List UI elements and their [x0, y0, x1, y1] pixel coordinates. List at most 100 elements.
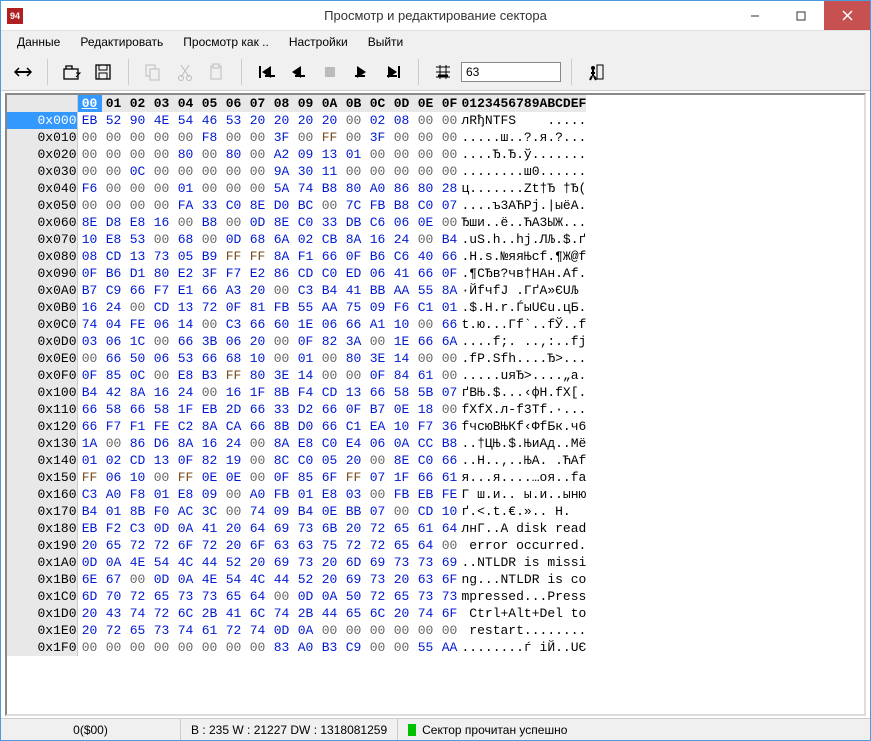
hex-byte[interactable]: 64 [414, 537, 438, 554]
hex-byte[interactable]: 64 [246, 520, 270, 537]
hex-byte[interactable]: 0F [294, 333, 318, 350]
hex-byte[interactable]: 0E [390, 401, 414, 418]
hex-bytes[interactable]: 00000000FA33C08ED0BC007CFBB8C007 [77, 197, 462, 214]
hex-byte[interactable]: 00 [414, 350, 438, 367]
hex-byte[interactable]: F0 [150, 503, 174, 520]
save-button[interactable] [90, 58, 118, 86]
hex-byte[interactable]: 50 [342, 588, 366, 605]
hex-byte[interactable]: 73 [366, 571, 390, 588]
hex-byte[interactable]: BB [342, 503, 366, 520]
hex-byte[interactable]: FE [126, 316, 150, 333]
hex-byte[interactable]: 54 [222, 571, 246, 588]
hex-byte[interactable]: B8 [198, 214, 222, 231]
hex-row[interactable]: 0x0100000000000F800003F00FF003F000000...… [7, 129, 586, 146]
hex-row[interactable]: 0x1400102CD130F8219008CC00520008EC066..Н… [7, 452, 586, 469]
hex-byte[interactable]: 53 [222, 112, 246, 129]
hex-byte[interactable]: A0 [366, 180, 390, 197]
hex-byte[interactable]: 44 [270, 571, 294, 588]
hex-byte[interactable]: 67 [102, 571, 126, 588]
hex-byte[interactable]: 64 [438, 520, 462, 537]
ascii-cell[interactable]: .uS.h..hj.ЛЉ.$.ґ [462, 231, 587, 248]
hex-byte[interactable]: C1 [342, 418, 366, 435]
hex-byte[interactable]: 30 [294, 163, 318, 180]
hex-byte[interactable]: 80 [174, 146, 198, 163]
hex-byte[interactable]: 74 [246, 622, 270, 639]
offset-cell[interactable]: 0x1E0 [7, 622, 77, 639]
hex-byte[interactable]: 20 [318, 112, 342, 129]
hex-byte[interactable]: 00 [342, 367, 366, 384]
hex-byte[interactable]: FE [150, 418, 174, 435]
hex-col-header[interactable]: 0A [318, 95, 342, 112]
hex-byte[interactable]: 80 [246, 367, 270, 384]
offset-cell[interactable]: 0x120 [7, 418, 77, 435]
hex-byte[interactable]: 06 [102, 333, 126, 350]
offset-cell[interactable]: 0x1F0 [7, 639, 77, 656]
hex-byte[interactable]: 73 [150, 622, 174, 639]
hex-bytes[interactable]: 00000C00000000009A30110000000000 [77, 163, 462, 180]
hex-byte[interactable]: 00 [126, 146, 150, 163]
offset-cell[interactable]: 0x010 [7, 129, 77, 146]
hex-byte[interactable]: 00 [102, 146, 126, 163]
hex-byte[interactable]: 00 [294, 129, 318, 146]
hex-byte[interactable]: 00 [390, 129, 414, 146]
offset-cell[interactable]: 0x0C0 [7, 316, 77, 333]
hex-byte[interactable]: B4 [78, 503, 102, 520]
ascii-cell[interactable]: ....f;. ..‚:..fj [462, 333, 587, 350]
ascii-cell[interactable]: error occurred. [462, 537, 587, 554]
hex-byte[interactable]: FA [174, 197, 198, 214]
hex-byte[interactable]: 00 [174, 214, 198, 231]
hex-byte[interactable]: 74 [270, 605, 294, 622]
hex-byte[interactable]: 65 [102, 537, 126, 554]
hex-byte[interactable]: 11 [318, 163, 342, 180]
hex-byte[interactable]: 00 [414, 316, 438, 333]
hex-byte[interactable]: 20 [222, 520, 246, 537]
hex-byte[interactable]: 54 [150, 554, 174, 571]
hex-byte[interactable]: 3C [198, 503, 222, 520]
hex-byte[interactable]: 16 [78, 299, 102, 316]
hex-row[interactable]: 0x000EB52904E544653202020200002080000лRђ… [7, 112, 586, 129]
hex-row[interactable]: 0x040F6000000010000005A74B880A0868028ц..… [7, 180, 586, 197]
hex-byte[interactable]: 0E [414, 214, 438, 231]
hex-bytes[interactable]: 0000000000F800003F00FF003F000000 [77, 129, 462, 146]
offset-cell[interactable]: 0x190 [7, 537, 77, 554]
offset-cell[interactable]: 0x150 [7, 469, 77, 486]
hex-byte[interactable]: 28 [438, 180, 462, 197]
hex-byte[interactable]: 06 [150, 316, 174, 333]
hex-byte[interactable]: 33 [198, 197, 222, 214]
hex-byte[interactable]: 13 [342, 384, 366, 401]
ascii-cell[interactable]: .$.Н.r.ЃыUЄu.цБ. [462, 299, 587, 316]
hex-byte[interactable]: 05 [174, 248, 198, 265]
hex-byte[interactable]: 6E [78, 571, 102, 588]
close-button[interactable] [824, 1, 870, 30]
hex-byte[interactable]: 00 [366, 333, 390, 350]
hex-byte[interactable]: 4E [198, 571, 222, 588]
hex-byte[interactable]: 4E [126, 554, 150, 571]
hex-byte[interactable]: 01 [174, 180, 198, 197]
hex-row[interactable]: 0x1D0204374726C2B416C742B44656C20746F Ct… [7, 605, 586, 622]
hex-byte[interactable]: 00 [126, 197, 150, 214]
hex-byte[interactable]: 00 [318, 197, 342, 214]
hex-col-header[interactable]: 09 [294, 95, 318, 112]
hex-byte[interactable]: 00 [198, 384, 222, 401]
hex-byte[interactable]: 68 [174, 231, 198, 248]
hex-byte[interactable]: 0F [222, 299, 246, 316]
hex-byte[interactable]: 20 [78, 622, 102, 639]
hex-byte[interactable]: 00 [438, 622, 462, 639]
hex-row[interactable]: 0x0C07404FE061400C366601E0666A1100066t.ю… [7, 316, 586, 333]
hex-byte[interactable]: 66 [438, 452, 462, 469]
hex-col-header[interactable]: 03 [150, 95, 174, 112]
hex-byte[interactable]: 00 [102, 435, 126, 452]
offset-cell[interactable]: 0x000 [7, 112, 77, 129]
hex-byte[interactable]: 00 [390, 163, 414, 180]
hex-byte[interactable]: 69 [366, 554, 390, 571]
hex-byte[interactable]: 0C [126, 163, 150, 180]
collapse-button[interactable] [9, 58, 37, 86]
hex-byte[interactable]: 68 [246, 231, 270, 248]
hex-byte[interactable]: 0D [150, 571, 174, 588]
hex-byte[interactable]: 0F [366, 367, 390, 384]
hex-byte[interactable]: 00 [342, 129, 366, 146]
hex-col-header[interactable]: 0E [414, 95, 438, 112]
offset-cell[interactable]: 0x050 [7, 197, 77, 214]
hex-byte[interactable]: 83 [270, 639, 294, 656]
hex-byte[interactable]: 7C [342, 197, 366, 214]
